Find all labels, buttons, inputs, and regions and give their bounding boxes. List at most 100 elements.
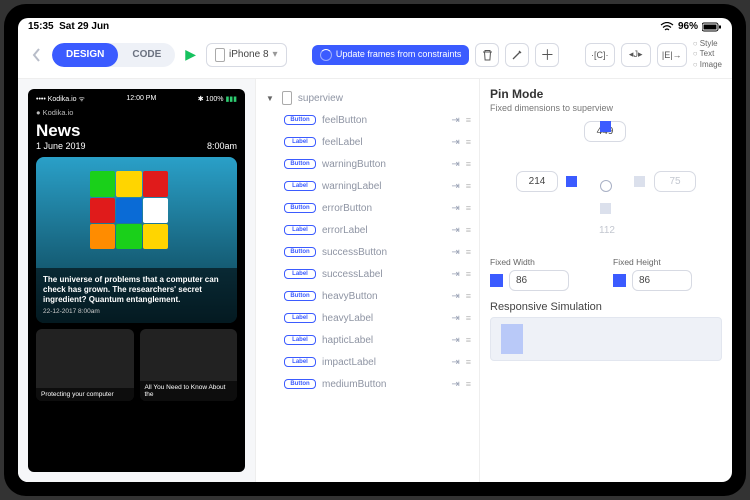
hero-card[interactable]: The universe of problems that a computer… [36,157,237,323]
magic-button[interactable] [505,43,529,67]
element-type-badge: Label [284,181,316,191]
constraint-icon[interactable]: ⇥ [451,357,459,368]
phone-mock[interactable]: •••• Kodika.io ᯤ 12:00 PM ✱ 100% ▮▮▮ ● K… [28,89,245,472]
element-type-badge: Label [284,357,316,367]
constraint-icon[interactable]: ⇥ [451,269,459,280]
align-j-button[interactable]: ◂J▸ [621,43,651,67]
drag-handle-icon[interactable]: ≡ [466,181,469,191]
responsive-grid[interactable] [490,317,722,361]
drag-handle-icon[interactable]: ≡ [466,357,469,367]
drag-handle-icon[interactable]: ≡ [466,291,469,301]
drag-handle-icon[interactable]: ≡ [466,247,469,257]
device-icon [215,48,225,62]
element-type-badge: Button [284,203,316,213]
news-hour: 8:00am [207,141,237,151]
constraint-icon[interactable]: ⇥ [451,115,459,126]
play-button[interactable]: ▶ [185,46,196,63]
tree-item[interactable]: LabelfeelLabel⇥≡ [262,131,473,153]
delete-button[interactable] [475,43,499,67]
tree-item[interactable]: LabelwarningLabel⇥≡ [262,175,473,197]
element-type-badge: Label [284,335,316,345]
constraint-icon[interactable]: ⇥ [451,159,459,170]
pin-bottom-input[interactable]: 112 [586,221,628,240]
constraint-icon[interactable]: ⇥ [451,291,459,302]
align-c-button[interactable]: ·[C]· [585,43,615,67]
small-card-2[interactable]: All You Need to Know About the [140,329,238,401]
disclosure-triangle-icon[interactable]: ▼ [266,94,274,103]
fixed-width-toggle[interactable] [490,274,503,287]
tree-item[interactable]: Button feelButton ⇥ ≡ [262,109,473,131]
drag-handle-icon[interactable]: ≡ [466,115,469,125]
tree-item[interactable]: LabelheavyLabel⇥≡ [262,307,473,329]
element-name: successLabel [322,269,445,280]
tree-item[interactable]: LabelerrorLabel⇥≡ [262,219,473,241]
tree-item[interactable]: ButtonerrorButton⇥≡ [262,197,473,219]
drag-handle-icon[interactable]: ≡ [466,313,469,323]
tree-item[interactable]: ButtonsuccessButton⇥≡ [262,241,473,263]
hierarchy-panel: ▼ superview ButtonfeelButton⇥≡LabelfeelL… [256,79,480,482]
headline: The universe of problems that a computer… [43,275,230,305]
element-name: feelButton [322,115,445,126]
tab-design[interactable]: DESIGN [52,43,118,67]
element-name: impactLabel [322,357,445,368]
news-date: 1 June 2019 [36,141,86,151]
tab-code[interactable]: CODE [118,43,175,67]
tree-item[interactable]: ButtonmediumButton⇥≡ [262,373,473,395]
inspector-tabs[interactable]: StyleTextImage [693,39,722,70]
element-name: errorLabel [322,225,445,236]
tree-item[interactable]: Label successLabel ⇥ ≡ [262,263,473,285]
pin-diagram[interactable]: 449 214 75 112 [516,121,696,251]
news-title: News [36,121,237,141]
tree-item[interactable]: ButtonwarningButton⇥≡ [262,153,473,175]
pin-right-input[interactable]: 75 [654,171,696,192]
brand-label: ● Kodika.io [36,108,237,117]
drag-handle-icon[interactable]: ≡ [466,379,469,389]
tree-root[interactable]: ▼ superview [262,87,473,109]
view-icon [282,91,292,105]
element-name: hapticLabel [322,335,445,346]
constraint-icon[interactable]: ⇥ [451,313,459,324]
card-date: 22-12-2017 8:00am [43,308,230,316]
fixed-height-toggle[interactable] [613,274,626,287]
constraint-icon[interactable]: ⇥ [451,181,459,192]
fixed-height-input[interactable] [632,270,692,291]
device-picker[interactable]: iPhone 8 ▾ [206,43,287,67]
element-type-badge: Button [284,115,316,125]
drag-handle-icon[interactable]: ≡ [466,335,469,345]
pin-bottom-toggle[interactable] [600,203,611,214]
constraint-icon[interactable]: ⇥ [451,137,459,148]
small-card-1[interactable]: Protecting your computer [36,329,134,401]
add-button[interactable]: ＋ [535,43,559,67]
drag-handle-icon[interactable]: ≡ [466,269,469,279]
constraint-icon[interactable]: ⇥ [451,335,459,346]
constraint-icon[interactable]: ⇥ [451,247,459,258]
mode-segmented[interactable]: DESIGN CODE [52,43,175,67]
element-name: mediumButton [322,379,445,390]
constraint-icon[interactable]: ⇥ [451,203,459,214]
fixed-width-input[interactable] [509,270,569,291]
update-frames-button[interactable]: Update frames from constraints [312,45,470,65]
element-type-badge: Label [284,269,316,279]
tree-item[interactable]: ButtonheavyButton⇥≡ [262,285,473,307]
back-button[interactable] [28,46,46,64]
element-name: warningButton [322,159,445,170]
pin-left-input[interactable]: 214 [516,171,558,192]
rubiks-image [90,171,168,249]
drag-handle-icon[interactable]: ≡ [466,137,469,147]
drag-handle-icon[interactable]: ≡ [466,159,469,169]
pin-right-toggle[interactable] [634,176,645,187]
pin-left-toggle[interactable] [566,176,577,187]
constraint-icon[interactable]: ⇥ [451,379,459,390]
pin-mode-title: Pin Mode [490,87,722,101]
pin-top-toggle[interactable] [600,121,611,132]
tree-item[interactable]: Label hapticLabel ⇥ ≡ [262,329,473,351]
responsive-title: Responsive Simulation [490,301,722,313]
wand-icon [511,49,523,61]
tree-item[interactable]: Label impactLabel ⇥ ≡ [262,351,473,373]
drag-handle-icon[interactable]: ≡ [466,225,469,235]
drag-handle-icon[interactable]: ≡ [466,203,469,213]
trash-icon [482,49,493,61]
element-name: successButton [322,247,445,258]
constraint-icon[interactable]: ⇥ [451,225,459,236]
align-e-button[interactable]: |E|→ [657,43,687,67]
